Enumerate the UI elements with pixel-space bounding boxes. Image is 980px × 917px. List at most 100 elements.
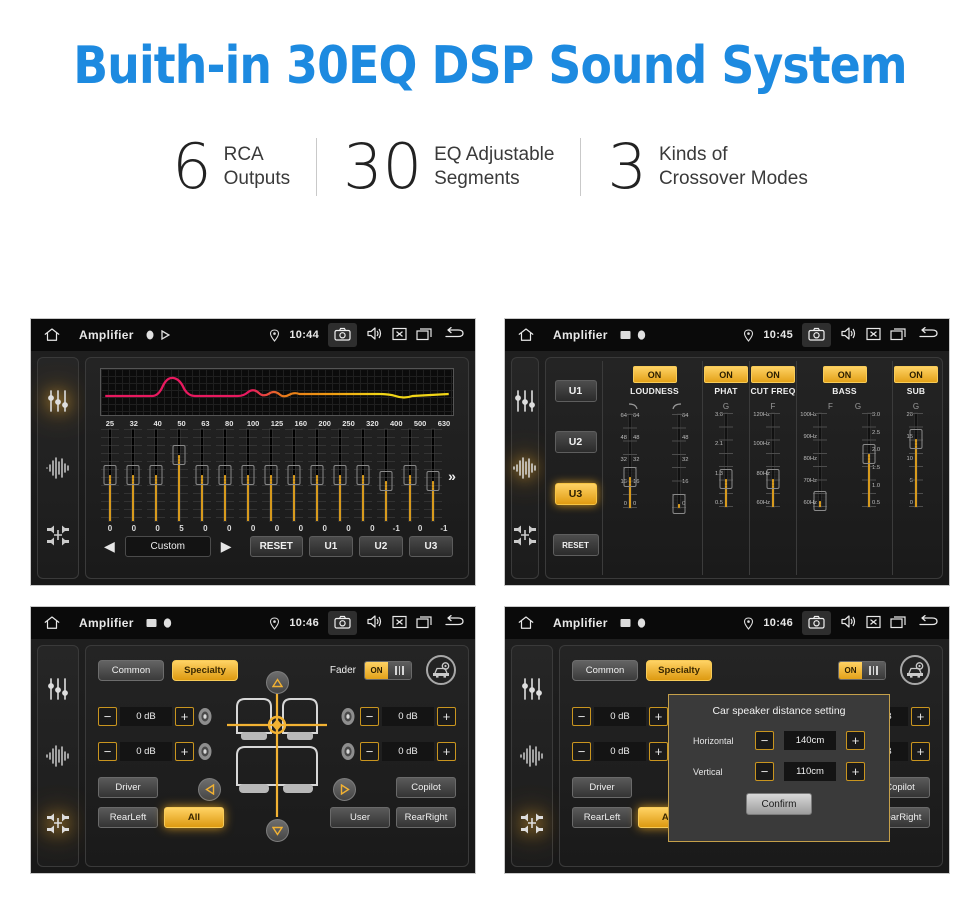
- preset-u2-button[interactable]: U2: [358, 536, 403, 557]
- eq-slider-knob[interactable]: [356, 465, 370, 485]
- fader-knob[interactable]: [672, 494, 686, 515]
- fader-knob[interactable]: [813, 491, 827, 512]
- preset-name-display[interactable]: Custom: [124, 536, 211, 557]
- fader-knob[interactable]: [623, 466, 637, 487]
- decrease-button[interactable]: −: [98, 707, 117, 726]
- eq-slider[interactable]: [98, 429, 121, 523]
- eq-slider-knob[interactable]: [218, 465, 232, 485]
- eq-slider[interactable]: [213, 429, 236, 523]
- eq-slider[interactable]: [283, 429, 306, 523]
- preset-u2-button[interactable]: U2: [554, 431, 597, 454]
- increase-button[interactable]: +: [437, 707, 456, 726]
- decrease-button[interactable]: −: [572, 742, 591, 761]
- close-button[interactable]: [392, 615, 407, 632]
- home-icon[interactable]: [515, 614, 537, 632]
- waveform-icon[interactable]: [45, 743, 71, 769]
- reset-button[interactable]: RESET: [249, 536, 303, 557]
- eq-slider-knob[interactable]: [287, 465, 301, 485]
- close-button[interactable]: [392, 327, 407, 344]
- eq-slider[interactable]: [329, 429, 352, 523]
- dsp-fader[interactable]: 644832160644832160: [607, 413, 653, 512]
- toggle-on-button[interactable]: ON: [704, 366, 748, 383]
- tab-specialty[interactable]: Specialty: [646, 659, 712, 681]
- close-button[interactable]: [866, 615, 881, 632]
- decrease-button[interactable]: −: [98, 742, 117, 761]
- eq-slider[interactable]: [375, 429, 398, 523]
- fader-knob[interactable]: [766, 468, 780, 489]
- balance-icon[interactable]: [45, 810, 71, 836]
- back-button[interactable]: [442, 614, 465, 632]
- increase-button[interactable]: +: [175, 707, 194, 726]
- eq-slider-knob[interactable]: [310, 465, 324, 485]
- eq-slider-knob[interactable]: [149, 465, 163, 485]
- seat-driver-button[interactable]: Driver: [572, 777, 632, 798]
- horizontal-decrease-button[interactable]: −: [755, 731, 774, 750]
- toggle-on-button[interactable]: ON: [894, 366, 938, 383]
- home-icon[interactable]: [41, 326, 63, 344]
- nav-right-button[interactable]: [333, 778, 356, 801]
- preset-u1-button[interactable]: U1: [554, 379, 597, 402]
- camera-button[interactable]: [802, 611, 831, 635]
- eq-slider-knob[interactable]: [195, 465, 209, 485]
- preset-next-button[interactable]: ▶: [217, 538, 236, 555]
- seat-copilot-button[interactable]: Copilot: [396, 777, 456, 798]
- tab-common[interactable]: Common: [572, 659, 638, 681]
- back-button[interactable]: [916, 614, 939, 632]
- eq-slider-bank[interactable]: »: [98, 429, 456, 523]
- seat-all-button[interactable]: All: [164, 807, 224, 828]
- volume-button[interactable]: [840, 614, 857, 632]
- vertical-increase-button[interactable]: +: [846, 762, 865, 781]
- increase-button[interactable]: +: [437, 742, 456, 761]
- equalizer-icon[interactable]: [512, 388, 538, 414]
- eq-slider[interactable]: [144, 429, 167, 523]
- preset-u1-button[interactable]: U1: [308, 536, 353, 557]
- camera-button[interactable]: [328, 611, 357, 635]
- fader-toggle[interactable]: ON: [838, 660, 886, 680]
- waveform-icon[interactable]: [45, 455, 71, 481]
- nav-up-button[interactable]: [266, 671, 289, 694]
- volume-button[interactable]: [366, 326, 383, 344]
- home-icon[interactable]: [515, 326, 537, 344]
- back-button[interactable]: [916, 326, 939, 344]
- eq-slider[interactable]: [398, 429, 421, 523]
- eq-slider[interactable]: [190, 429, 213, 523]
- car-settings-button[interactable]: [426, 655, 456, 685]
- eq-slider-knob[interactable]: [103, 465, 117, 485]
- recents-button[interactable]: [890, 327, 907, 344]
- fader-toggle[interactable]: ON: [364, 660, 412, 680]
- fader-knob[interactable]: [909, 429, 923, 450]
- seat-rearleft-button[interactable]: RearLeft: [98, 807, 158, 828]
- eq-slider[interactable]: [421, 429, 444, 523]
- seat-driver-button[interactable]: Driver: [98, 777, 158, 798]
- dsp-fader[interactable]: 20151050: [893, 412, 939, 511]
- seat-rearleft-button[interactable]: RearLeft: [572, 807, 632, 828]
- eq-slider-knob[interactable]: [379, 470, 393, 491]
- preset-u3-button[interactable]: U3: [554, 482, 597, 505]
- balance-icon[interactable]: [45, 522, 71, 548]
- increase-button[interactable]: +: [175, 742, 194, 761]
- home-icon[interactable]: [41, 614, 63, 632]
- balance-icon[interactable]: [519, 810, 545, 836]
- tab-specialty[interactable]: Specialty: [172, 659, 238, 681]
- vertical-decrease-button[interactable]: −: [755, 762, 774, 781]
- nav-down-button[interactable]: [266, 819, 289, 842]
- increase-button[interactable]: +: [649, 742, 668, 761]
- decrease-button[interactable]: −: [360, 742, 379, 761]
- horizontal-increase-button[interactable]: +: [846, 731, 865, 750]
- eq-slider[interactable]: [260, 429, 283, 523]
- dsp-fader[interactable]: 3.02.11.30.5: [703, 412, 749, 511]
- camera-button[interactable]: [802, 323, 831, 347]
- recents-button[interactable]: [416, 327, 433, 344]
- increase-button[interactable]: +: [911, 742, 930, 761]
- eq-slider-knob[interactable]: [264, 465, 278, 485]
- eq-slider[interactable]: [306, 429, 329, 523]
- seat-rearright-button[interactable]: RearRight: [396, 807, 456, 828]
- confirm-button[interactable]: Confirm: [746, 793, 812, 815]
- camera-button[interactable]: [328, 323, 357, 347]
- eq-slider-knob[interactable]: [333, 465, 347, 485]
- dsp-fader[interactable]: 100Hz 90Hz 80Hz 70Hz 60Hz: [797, 412, 843, 512]
- eq-slider[interactable]: [167, 429, 190, 523]
- decrease-button[interactable]: −: [360, 707, 379, 726]
- toggle-on-button[interactable]: ON: [751, 366, 795, 383]
- waveform-icon[interactable]: [519, 743, 545, 769]
